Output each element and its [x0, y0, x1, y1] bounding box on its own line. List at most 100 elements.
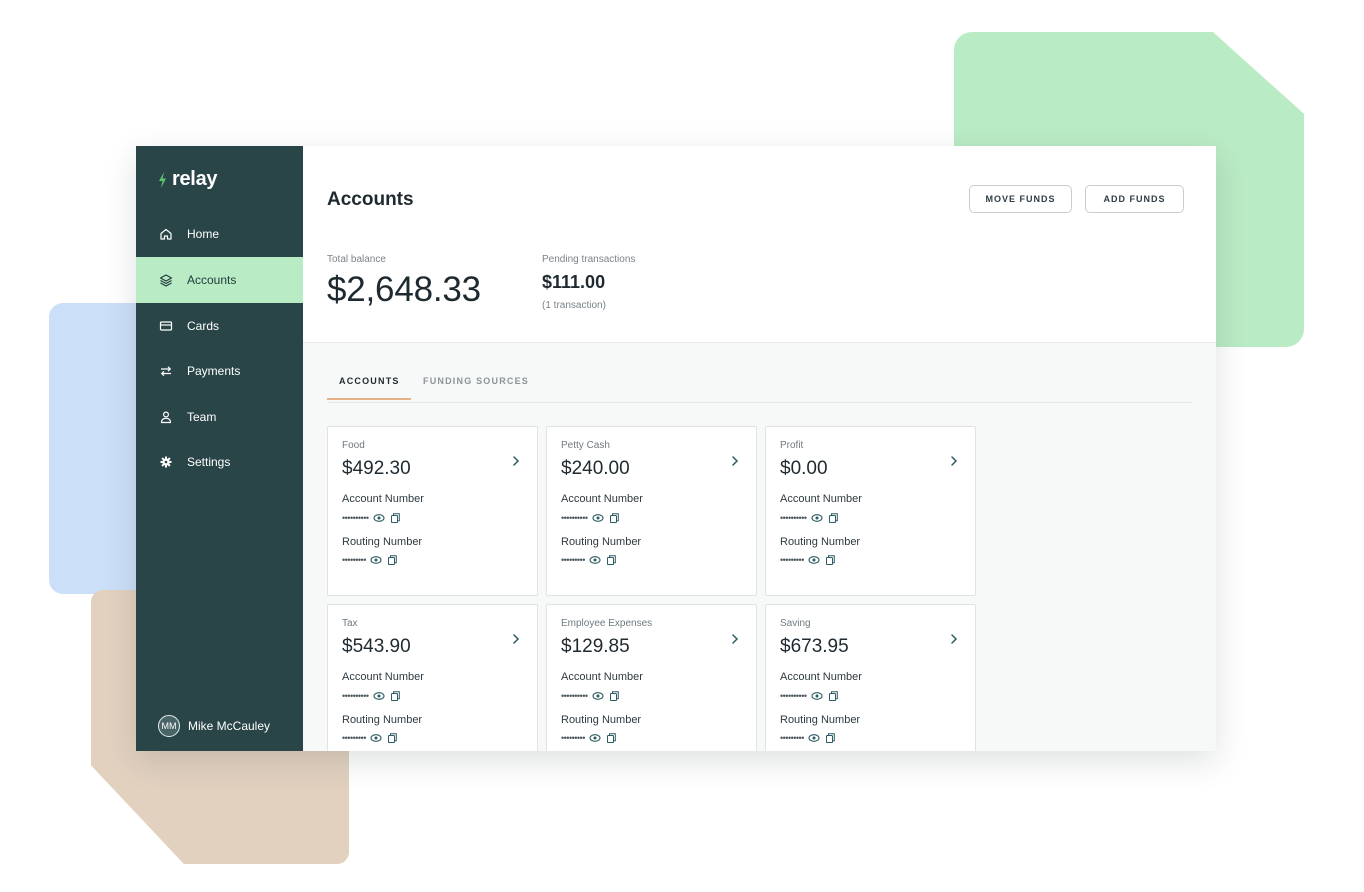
chevron-right-icon[interactable] [511, 454, 521, 468]
copy-icon[interactable] [389, 691, 401, 701]
sidebar-item-payments[interactable]: Payments [136, 348, 303, 394]
eye-icon[interactable] [808, 733, 820, 743]
copy-icon[interactable] [824, 733, 836, 743]
sidebar-item-team[interactable]: Team [136, 394, 303, 440]
copy-icon[interactable] [386, 733, 398, 743]
routing-number-masked: ••••••••• [780, 555, 836, 565]
copy-icon[interactable] [389, 513, 401, 523]
pending-transactions-count: (1 transaction) [542, 300, 606, 311]
account-number-label: Account Number [780, 671, 862, 683]
eye-icon[interactable] [372, 691, 385, 701]
eye-icon[interactable] [370, 555, 382, 565]
eye-icon[interactable] [589, 733, 601, 743]
eye-icon[interactable] [589, 555, 601, 565]
copy-icon[interactable] [605, 733, 617, 743]
eye-icon[interactable] [808, 555, 820, 565]
chevron-right-icon[interactable] [730, 632, 740, 646]
masked-digits: •••••••••• [780, 512, 807, 523]
eye-icon[interactable] [370, 733, 382, 743]
copy-icon[interactable] [608, 513, 620, 523]
account-card[interactable]: Profit $0.00 Account Number •••••••••• Routi… [765, 426, 976, 596]
copy-icon[interactable] [824, 555, 836, 565]
routing-number-label: Routing Number [561, 714, 642, 726]
sidebar-item-label: Team [187, 410, 217, 424]
copy-icon[interactable] [605, 555, 617, 565]
sidebar-item-home[interactable]: Home [136, 211, 303, 257]
masked-digits: •••••••••• [561, 690, 588, 701]
eye-icon[interactable] [810, 513, 823, 523]
chevron-right-icon[interactable] [730, 454, 740, 468]
account-balance: $129.85 [561, 636, 630, 657]
routing-number-masked: ••••••••• [780, 733, 836, 743]
sidebar-item-settings[interactable]: Settings [136, 439, 303, 485]
account-balance: $492.30 [342, 458, 411, 479]
account-number-masked: •••••••••• [561, 513, 620, 523]
move-funds-button[interactable]: MOVE FUNDS [969, 185, 1072, 213]
sidebar-item-label: Cards [187, 319, 220, 333]
masked-digits: ••••••••• [342, 732, 366, 743]
routing-number-label: Routing Number [780, 536, 861, 548]
sidebar-item-label: Payments [187, 364, 241, 378]
account-card[interactable]: Tax $543.90 Account Number •••••••••• Routin… [327, 604, 538, 751]
account-balance: $0.00 [780, 458, 828, 479]
total-balance-label: Total balance [327, 254, 386, 265]
account-card[interactable]: Food $492.30 Account Number •••••••••• Routi… [327, 426, 538, 596]
total-balance-value: $2,648.33 [327, 270, 481, 309]
copy-icon[interactable] [608, 691, 620, 701]
main-content: Accounts MOVE FUNDS ADD FUNDS Total bala… [303, 146, 1216, 751]
bolt-icon [159, 171, 166, 188]
account-number-masked: •••••••••• [561, 691, 620, 701]
chevron-right-icon[interactable] [511, 632, 521, 646]
eye-icon[interactable] [591, 513, 604, 523]
account-number-label: Account Number [780, 493, 862, 505]
masked-digits: ••••••••• [561, 732, 585, 743]
tab-funding-sources[interactable]: FUNDING SOURCES [423, 376, 529, 398]
eye-icon[interactable] [810, 691, 823, 701]
sidebar-item-cards[interactable]: Cards [136, 303, 303, 349]
eye-icon[interactable] [372, 513, 385, 523]
masked-digits: ••••••••• [780, 732, 804, 743]
account-number-label: Account Number [561, 493, 643, 505]
account-balance: $543.90 [342, 636, 411, 657]
account-name: Petty Cash [561, 440, 610, 451]
account-card[interactable]: Petty Cash $240.00 Account Number •••••••••… [546, 426, 757, 596]
layers-icon [159, 273, 173, 287]
account-number-masked: •••••••••• [780, 691, 839, 701]
chevron-right-icon[interactable] [949, 454, 959, 468]
account-number-label: Account Number [342, 493, 424, 505]
pending-transactions-value: $111.00 [542, 272, 606, 292]
account-card[interactable]: Employee Expenses $129.85 Account Number ••… [546, 604, 757, 751]
pending-transactions-label: Pending transactions [542, 254, 636, 265]
copy-icon[interactable] [827, 691, 839, 701]
copy-icon[interactable] [386, 555, 398, 565]
home-icon [159, 227, 173, 241]
account-number-masked: •••••••••• [342, 691, 401, 701]
add-funds-button[interactable]: ADD FUNDS [1085, 185, 1184, 213]
routing-number-label: Routing Number [342, 714, 423, 726]
account-card[interactable]: Saving $673.95 Account Number •••••••••• Rou… [765, 604, 976, 751]
relay-logo[interactable]: relay [158, 168, 218, 191]
accounts-header: Accounts MOVE FUNDS ADD FUNDS Total bala… [303, 146, 1216, 343]
routing-number-label: Routing Number [561, 536, 642, 548]
masked-digits: ••••••••• [561, 554, 585, 565]
app-window: relay Home Accounts Cards Payments Team … [136, 146, 1216, 751]
account-balance: $673.95 [780, 636, 849, 657]
account-number-masked: •••••••••• [780, 513, 839, 523]
routing-number-masked: ••••••••• [561, 555, 617, 565]
account-name: Saving [780, 618, 811, 629]
tab-accounts[interactable]: ACCOUNTS [327, 376, 411, 400]
account-name: Profit [780, 440, 804, 451]
avatar: MM [158, 715, 180, 737]
chevron-right-icon[interactable] [949, 632, 959, 646]
person-icon [159, 410, 173, 424]
routing-number-masked: ••••••••• [342, 733, 398, 743]
transfer-icon [159, 364, 173, 378]
eye-icon[interactable] [591, 691, 604, 701]
masked-digits: •••••••••• [561, 512, 588, 523]
user-profile[interactable]: MM Mike McCauley [158, 715, 270, 737]
copy-icon[interactable] [827, 513, 839, 523]
account-name: Tax [342, 618, 358, 629]
account-number-label: Account Number [342, 671, 424, 683]
sidebar-item-accounts[interactable]: Accounts [136, 257, 303, 303]
routing-number-masked: ••••••••• [561, 733, 617, 743]
